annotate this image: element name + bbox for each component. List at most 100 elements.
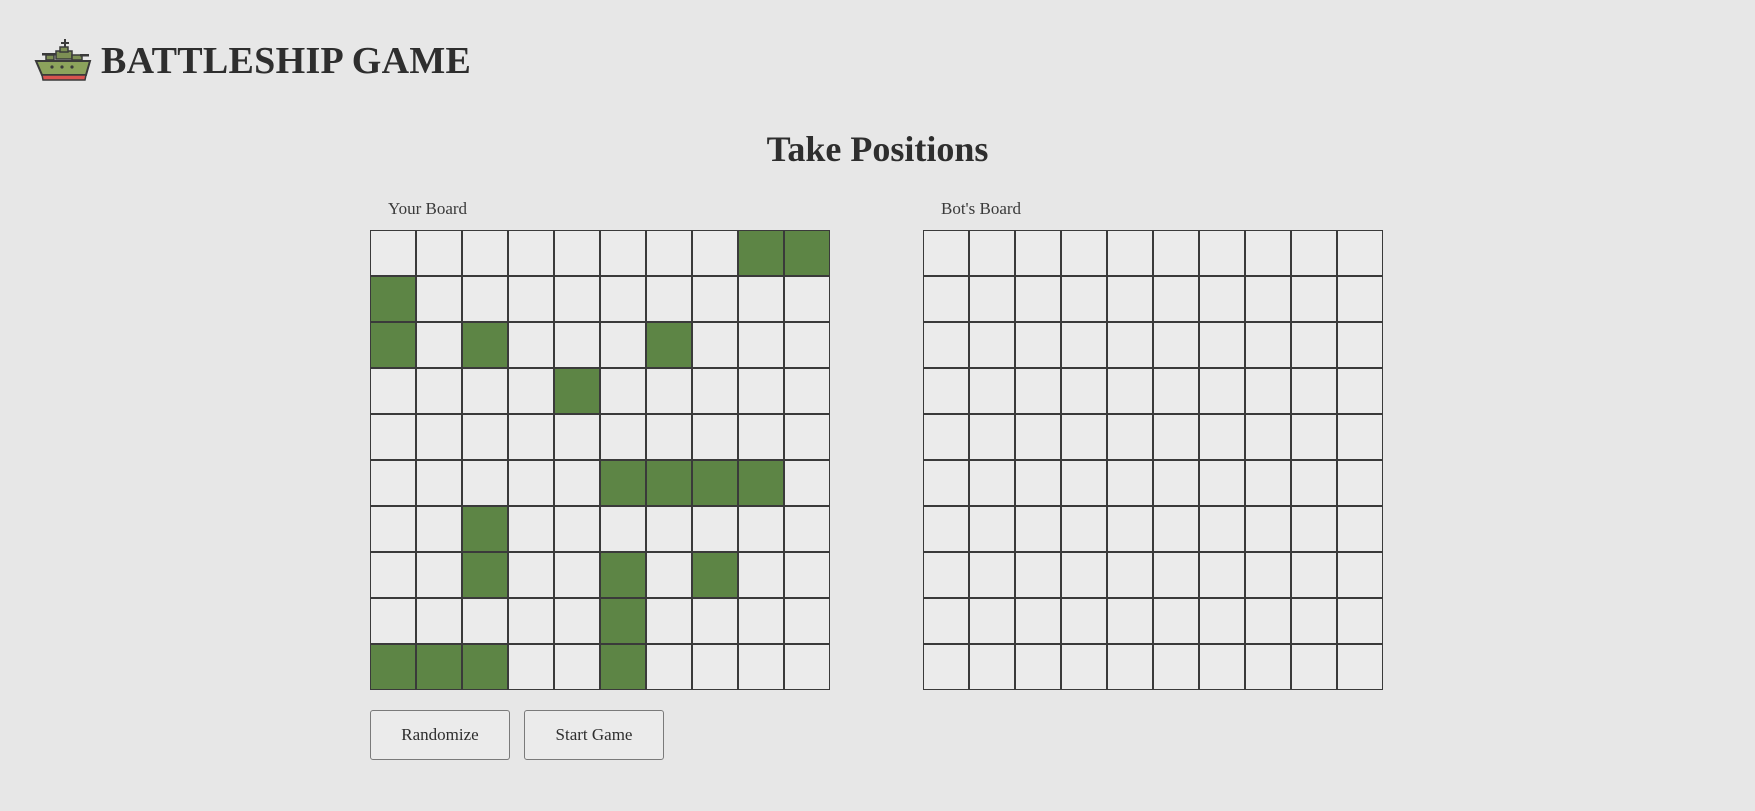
bot-board-cell[interactable] <box>1199 598 1245 644</box>
bot-board-cell[interactable] <box>1337 552 1383 598</box>
bot-board-cell[interactable] <box>1153 368 1199 414</box>
bot-board-cell[interactable] <box>1061 460 1107 506</box>
bot-board-cell[interactable] <box>1153 414 1199 460</box>
bot-board-cell[interactable] <box>1291 644 1337 690</box>
bot-board-cell[interactable] <box>1245 322 1291 368</box>
bot-board-cell[interactable] <box>1153 460 1199 506</box>
randomize-button[interactable]: Randomize <box>370 710 510 760</box>
bot-board-cell[interactable] <box>1199 506 1245 552</box>
bot-board-cell[interactable] <box>1015 368 1061 414</box>
bot-board-cell[interactable] <box>969 230 1015 276</box>
bot-board-cell[interactable] <box>1199 368 1245 414</box>
bot-board-cell[interactable] <box>923 460 969 506</box>
bot-board-cell[interactable] <box>1199 552 1245 598</box>
bot-board-cell[interactable] <box>1107 506 1153 552</box>
bot-board-cell[interactable] <box>969 598 1015 644</box>
bot-board-cell[interactable] <box>1107 322 1153 368</box>
bot-board-cell[interactable] <box>923 414 969 460</box>
bot-board-cell[interactable] <box>923 276 969 322</box>
bot-board-cell[interactable] <box>1245 368 1291 414</box>
bot-board-cell[interactable] <box>1337 414 1383 460</box>
bot-board-cell[interactable] <box>1061 506 1107 552</box>
bot-board-cell[interactable] <box>1291 230 1337 276</box>
bot-board-cell[interactable] <box>1337 368 1383 414</box>
bot-board-cell[interactable] <box>1061 552 1107 598</box>
bot-board-cell[interactable] <box>969 414 1015 460</box>
bot-board-cell[interactable] <box>1199 322 1245 368</box>
bot-board-cell[interactable] <box>1061 322 1107 368</box>
bot-board-cell[interactable] <box>1199 460 1245 506</box>
bot-board-cell[interactable] <box>1107 460 1153 506</box>
bot-board-cell[interactable] <box>1153 552 1199 598</box>
bot-board-cell[interactable] <box>1245 230 1291 276</box>
bot-board-cell[interactable] <box>1291 322 1337 368</box>
bot-board-cell[interactable] <box>1015 460 1061 506</box>
bot-board-cell[interactable] <box>923 506 969 552</box>
bot-board-cell[interactable] <box>923 322 969 368</box>
bot-board-cell[interactable] <box>969 644 1015 690</box>
bot-board-cell[interactable] <box>1199 414 1245 460</box>
bot-board-cell[interactable] <box>1153 322 1199 368</box>
bot-board-cell[interactable] <box>1107 552 1153 598</box>
bot-board-cell[interactable] <box>1153 598 1199 644</box>
bot-board-cell[interactable] <box>923 598 969 644</box>
bot-board-cell[interactable] <box>1061 276 1107 322</box>
bot-board-cell[interactable] <box>1015 506 1061 552</box>
bot-board-cell[interactable] <box>1199 644 1245 690</box>
bot-board-cell[interactable] <box>1245 552 1291 598</box>
bot-board-cell[interactable] <box>1291 368 1337 414</box>
bot-board-cell[interactable] <box>1199 230 1245 276</box>
bot-board-cell[interactable] <box>1107 598 1153 644</box>
bot-board-cell[interactable] <box>1061 598 1107 644</box>
bot-board-cell[interactable] <box>969 368 1015 414</box>
bot-board-cell[interactable] <box>1337 460 1383 506</box>
bot-board-cell[interactable] <box>1015 552 1061 598</box>
bot-board-cell[interactable] <box>1245 644 1291 690</box>
bot-board-cell[interactable] <box>1015 230 1061 276</box>
bot-board-cell[interactable] <box>1061 368 1107 414</box>
bot-board-cell[interactable] <box>1153 506 1199 552</box>
bot-board-cell[interactable] <box>1291 506 1337 552</box>
bot-board-cell[interactable] <box>923 644 969 690</box>
bot-board-cell[interactable] <box>1291 598 1337 644</box>
bot-board-cell[interactable] <box>1015 322 1061 368</box>
bot-board-cell[interactable] <box>969 322 1015 368</box>
bot-board-cell[interactable] <box>1337 598 1383 644</box>
bot-board-cell[interactable] <box>1291 552 1337 598</box>
bot-board-cell[interactable] <box>1107 230 1153 276</box>
bot-board-cell[interactable] <box>1337 322 1383 368</box>
bot-board-cell[interactable] <box>1245 414 1291 460</box>
bot-board-cell[interactable] <box>1153 644 1199 690</box>
bot-board-cell[interactable] <box>1337 644 1383 690</box>
bot-board-cell[interactable] <box>1337 276 1383 322</box>
bot-board-cell[interactable] <box>1061 644 1107 690</box>
bot-board-cell[interactable] <box>923 552 969 598</box>
bot-board-cell[interactable] <box>1107 414 1153 460</box>
bot-board-cell[interactable] <box>1337 506 1383 552</box>
bot-board-cell[interactable] <box>923 368 969 414</box>
bot-board-cell[interactable] <box>1337 230 1383 276</box>
bot-board-cell[interactable] <box>1061 414 1107 460</box>
bot-board-cell[interactable] <box>1245 598 1291 644</box>
bot-board-cell[interactable] <box>1153 276 1199 322</box>
bot-board-cell[interactable] <box>1245 506 1291 552</box>
bot-board-cell[interactable] <box>1245 276 1291 322</box>
bot-board-cell[interactable] <box>969 276 1015 322</box>
bot-board-cell[interactable] <box>1015 276 1061 322</box>
bot-board-cell[interactable] <box>923 230 969 276</box>
bot-board-cell[interactable] <box>1291 414 1337 460</box>
bot-board-cell[interactable] <box>969 460 1015 506</box>
bot-board-cell[interactable] <box>1153 230 1199 276</box>
bot-board-cell[interactable] <box>969 506 1015 552</box>
bot-board-cell[interactable] <box>1107 368 1153 414</box>
bot-board-cell[interactable] <box>969 552 1015 598</box>
bot-board-cell[interactable] <box>1015 644 1061 690</box>
bot-board-cell[interactable] <box>1015 598 1061 644</box>
bot-board-cell[interactable] <box>1015 414 1061 460</box>
start-game-button[interactable]: Start Game <box>524 710 664 760</box>
bot-board-cell[interactable] <box>1245 460 1291 506</box>
bot-board-cell[interactable] <box>1199 276 1245 322</box>
bot-board-cell[interactable] <box>1291 276 1337 322</box>
bot-board-cell[interactable] <box>1061 230 1107 276</box>
bot-board-cell[interactable] <box>1107 644 1153 690</box>
